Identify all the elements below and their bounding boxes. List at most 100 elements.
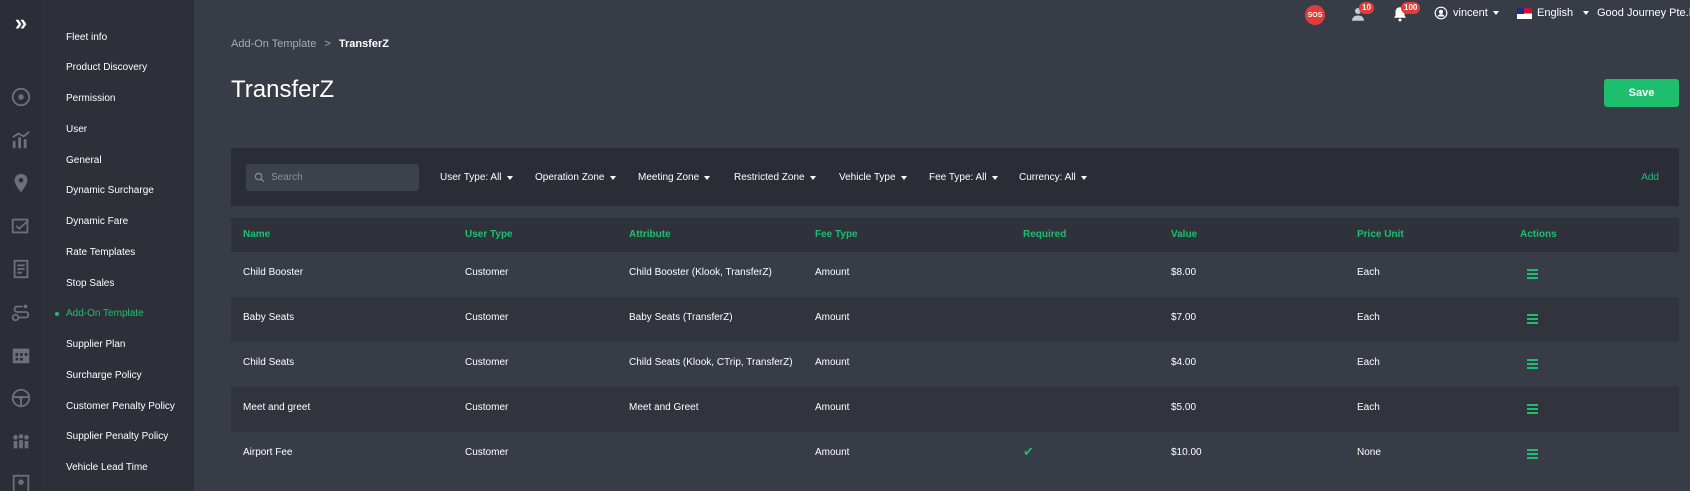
chevron-down-icon [704, 175, 711, 180]
row-actions-menu-icon[interactable] [1527, 314, 1538, 324]
menu-item-stop-sales[interactable]: Stop Sales [66, 278, 114, 289]
menu-item-supplier-plan[interactable]: Supplier Plan [66, 339, 125, 350]
page-title: TransferZ [231, 76, 335, 103]
language-selector[interactable]: English [1517, 7, 1590, 19]
user-type-filter-label: User Type: All [440, 172, 502, 183]
table-row[interactable]: Airport Fee Customer Amount ✔ $10.00 Non… [231, 432, 1679, 477]
column-header-fee-type[interactable]: Fee Type [815, 229, 858, 240]
steering-wheel-icon[interactable] [9, 386, 33, 410]
chevron-down-icon [1492, 11, 1499, 15]
booking-icon[interactable] [9, 214, 33, 238]
add-button[interactable]: Add [1641, 172, 1659, 183]
cell-name: Airport Fee [243, 447, 293, 458]
cell-price-unit: None [1357, 447, 1381, 458]
cell-fee-type: Amount [815, 447, 850, 458]
table-header: Name User Type Attribute Fee Type Requir… [231, 218, 1679, 252]
cell-fee-type: Amount [815, 267, 850, 278]
company-name: Good Journey Pte.Ltd [1597, 7, 1690, 19]
analytics-icon[interactable] [9, 128, 33, 152]
currency-filter[interactable]: Currency: All [1019, 172, 1087, 183]
driver-notifications[interactable]: 10 [1349, 2, 1374, 23]
breadcrumb: Add-On Template > TransferZ [231, 38, 389, 50]
cell-name: Child Booster [243, 267, 304, 278]
chevron-down-icon [506, 175, 513, 180]
cell-user-type: Customer [465, 402, 509, 413]
dashboard-icon[interactable] [9, 85, 33, 109]
column-header-price-unit[interactable]: Price Unit [1357, 229, 1404, 240]
vehicle-type-filter[interactable]: Vehicle Type [839, 172, 907, 183]
breadcrumb-current: TransferZ [338, 38, 389, 50]
menu-item-supplier-penalty-policy[interactable]: Supplier Penalty Policy [66, 431, 168, 442]
us-flag-icon [1517, 7, 1532, 19]
calendar-icon[interactable] [9, 343, 33, 367]
breadcrumb-separator: > [324, 38, 331, 50]
menu-item-dynamic-surcharge[interactable]: Dynamic Surcharge [66, 185, 154, 196]
cell-user-type: Customer [465, 312, 509, 323]
column-header-name[interactable]: Name [243, 229, 270, 240]
menu-item-rate-templates[interactable]: Rate Templates [66, 247, 135, 258]
cell-fee-type: Amount [815, 357, 850, 368]
chevron-down-icon [991, 175, 998, 180]
cell-value: $5.00 [1171, 402, 1197, 413]
table-row[interactable]: Child Seats Customer Child Seats (Klook,… [231, 342, 1679, 387]
menu-item-dynamic-fare[interactable]: Dynamic Fare [66, 216, 128, 227]
menu-item-fleet-info[interactable]: Fleet info [66, 32, 107, 43]
active-indicator [55, 312, 59, 316]
sos-icon: SOS [1305, 5, 1325, 25]
profile-icon[interactable] [9, 472, 33, 491]
user-menu[interactable]: vincent [1434, 6, 1499, 20]
location-pin-icon[interactable] [9, 171, 33, 195]
operation-zone-filter-label: Operation Zone [535, 172, 605, 183]
menu-item-user[interactable]: User [66, 124, 87, 135]
cell-price-unit: Each [1357, 312, 1380, 323]
table-row[interactable]: Baby Seats Customer Baby Seats (Transfer… [231, 297, 1679, 342]
breadcrumb-parent[interactable]: Add-On Template [231, 38, 316, 50]
operation-zone-filter[interactable]: Operation Zone [535, 172, 616, 183]
row-actions-menu-icon[interactable] [1527, 404, 1538, 414]
cell-attribute: Child Booster (Klook, TransferZ) [629, 267, 772, 278]
chevron-down-icon [1080, 175, 1087, 180]
column-header-attribute[interactable]: Attribute [629, 229, 671, 240]
search-icon [254, 172, 265, 183]
search-input[interactable] [271, 172, 411, 183]
people-icon[interactable] [9, 429, 33, 453]
row-actions-menu-icon[interactable] [1527, 269, 1538, 279]
menu-item-vehicle-lead-time[interactable]: Vehicle Lead Time [66, 462, 148, 473]
save-button[interactable]: Save [1604, 79, 1679, 107]
vehicle-type-filter-label: Vehicle Type [839, 172, 896, 183]
notifications[interactable]: 100 [1391, 2, 1421, 23]
expand-menu-icon[interactable]: » [9, 12, 33, 34]
table-row[interactable]: Meet and greet Customer Meet and Greet A… [231, 387, 1679, 432]
restricted-zone-filter-label: Restricted Zone [734, 172, 805, 183]
column-header-required[interactable]: Required [1023, 229, 1066, 240]
report-icon[interactable] [9, 257, 33, 281]
menu-item-product-discovery[interactable]: Product Discovery [66, 62, 147, 73]
menu-item-surcharge-policy[interactable]: Surcharge Policy [66, 370, 142, 381]
menu-item-customer-penalty-policy[interactable]: Customer Penalty Policy [66, 401, 175, 412]
meeting-zone-filter-label: Meeting Zone [638, 172, 700, 183]
column-header-value[interactable]: Value [1171, 229, 1197, 240]
restricted-zone-filter[interactable]: Restricted Zone [734, 172, 816, 183]
notification-badge: 100 [1401, 2, 1421, 14]
cell-attribute: Meet and Greet [629, 402, 699, 413]
user-type-filter[interactable]: User Type: All [440, 172, 513, 183]
column-header-user-type[interactable]: User Type [465, 229, 513, 240]
sos-button[interactable]: SOS [1305, 5, 1325, 25]
user-name: vincent [1453, 7, 1488, 19]
route-icon[interactable] [9, 300, 33, 324]
search-box[interactable] [246, 164, 419, 191]
menu-item-general[interactable]: General [66, 155, 102, 166]
meeting-zone-filter[interactable]: Meeting Zone [638, 172, 711, 183]
row-actions-menu-icon[interactable] [1527, 449, 1538, 459]
menu-item-permission[interactable]: Permission [66, 93, 115, 104]
cell-name: Baby Seats [243, 312, 295, 323]
cell-value: $4.00 [1171, 357, 1197, 368]
fee-type-filter[interactable]: Fee Type: All [929, 172, 998, 183]
cell-fee-type: Amount [815, 312, 850, 323]
cell-user-type: Customer [465, 447, 509, 458]
menu-item-add-on-template[interactable]: Add-On Template [66, 308, 144, 319]
cell-price-unit: Each [1357, 267, 1380, 278]
required-check-icon: ✔ [1023, 444, 1034, 459]
table-row[interactable]: Child Booster Customer Child Booster (Kl… [231, 252, 1679, 297]
row-actions-menu-icon[interactable] [1527, 359, 1538, 369]
